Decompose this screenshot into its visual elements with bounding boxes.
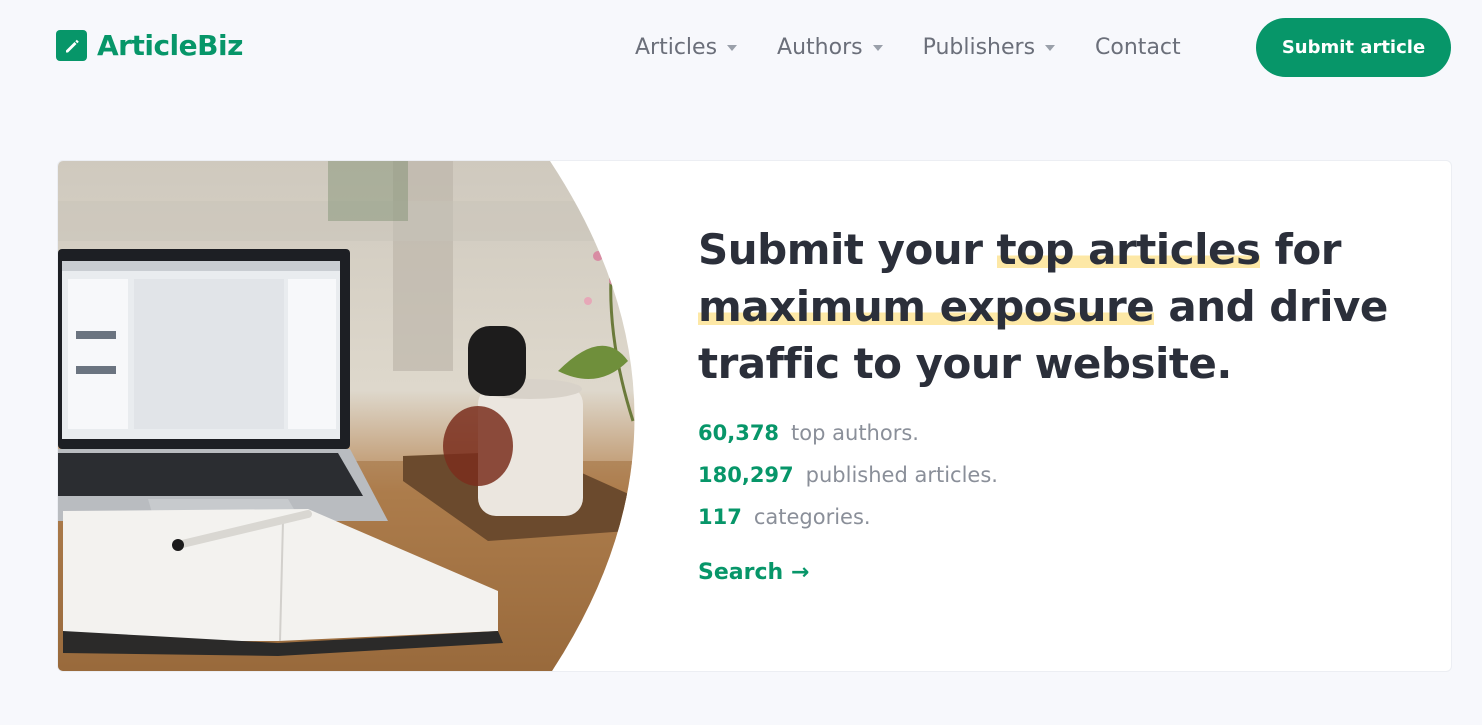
hero-photo	[58, 161, 635, 671]
headline-highlight: top articles	[996, 225, 1261, 274]
nav-item-contact[interactable]: Contact	[1095, 31, 1181, 63]
stat-articles: 180,297 published articles.	[698, 454, 1418, 496]
stat-label: categories.	[753, 505, 871, 529]
stat-value: 180,297	[698, 463, 794, 487]
nav-item-label: Authors	[777, 34, 863, 60]
stats-list: 60,378 top authors. 180,297 published ar…	[698, 412, 1418, 538]
stat-value: 60,378	[698, 421, 780, 445]
stat-authors: 60,378 top authors.	[698, 412, 1418, 454]
hero-headline: Submit your top articles for maximum exp…	[698, 221, 1418, 392]
search-link[interactable]: Search →	[698, 560, 809, 585]
nav-item-authors[interactable]: Authors	[777, 31, 883, 63]
nav-item-label: Articles	[635, 34, 718, 60]
hero-content: Submit your top articles for maximum exp…	[698, 221, 1418, 585]
main-nav: Articles Authors Publishers Contact	[635, 31, 1221, 63]
pencil-icon	[56, 30, 87, 61]
stat-categories: 117 categories.	[698, 496, 1418, 538]
submit-article-button[interactable]: Submit article	[1256, 18, 1451, 77]
hero-card: Submit your top articles for maximum exp…	[57, 160, 1452, 672]
headline-highlight: maximum exposure	[698, 282, 1155, 331]
logo[interactable]: ArticleBiz	[56, 29, 243, 62]
headline-text: Submit your	[698, 225, 997, 274]
chevron-down-icon	[727, 45, 738, 51]
nav-item-label: Publishers	[922, 34, 1036, 60]
stat-value: 117	[698, 505, 742, 529]
stat-label: published articles.	[805, 463, 998, 487]
logo-text: ArticleBiz	[97, 29, 243, 62]
stat-label: top authors.	[791, 421, 919, 445]
nav-item-publishers[interactable]: Publishers	[922, 31, 1056, 63]
chevron-down-icon	[1045, 45, 1056, 51]
nav-item-articles[interactable]: Articles	[635, 31, 738, 63]
headline-text: for	[1260, 225, 1342, 274]
chevron-down-icon	[872, 45, 883, 51]
nav-item-label: Contact	[1095, 34, 1181, 60]
